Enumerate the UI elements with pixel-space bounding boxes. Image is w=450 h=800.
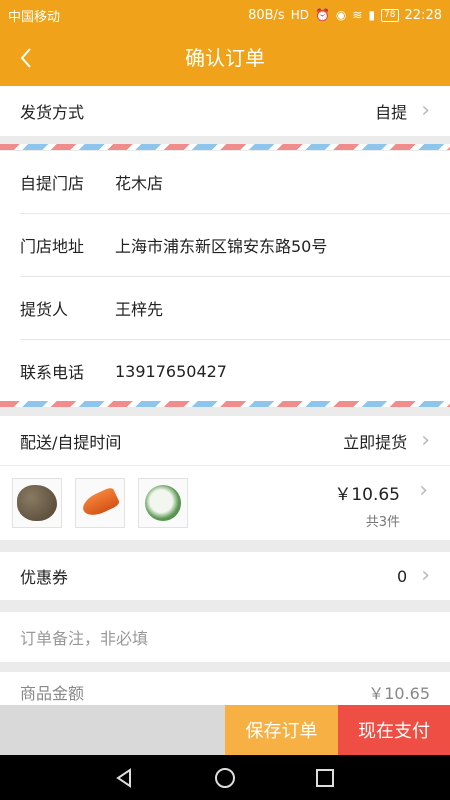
product-thumbnail-gourd [138,478,188,528]
nav-back-button[interactable] [95,755,155,800]
nav-back-icon [116,767,131,788]
store-address-row: 门店地址 上海市浦东新区锦安东路50号 [0,214,450,276]
alarm-icon: ⏰ [314,8,330,22]
store-address-value: 上海市浦东新区锦安东路50号 [115,237,328,256]
goods-amount-value: ￥10.65 [368,684,430,703]
phone-label: 联系电话 [20,363,85,382]
chevron-right-icon: › [421,563,430,588]
delivery-time-value: 立即提货 [343,432,408,452]
store-name-label: 自提门店 [20,174,85,193]
carrot-image [79,486,121,520]
delivery-method-value: 自提 [375,103,408,122]
chevron-right-icon: › [421,98,430,123]
pickup-person-row: 提货人 王梓先 [0,277,450,339]
nav-recent-button[interactable] [295,755,355,800]
airmail-border-bottom [0,401,450,407]
carrier-name: 中国移动 [8,9,61,25]
goods-count: 共3件 [365,515,400,530]
potato-image [17,485,57,521]
order-note-input[interactable]: 订单备注，非必填 [0,612,450,662]
coupon-label: 优惠券 [20,568,69,587]
wifi-icon: ≋ [352,8,363,22]
nav-bar: 确认订单 [0,30,450,86]
status-icons: 80B/s HD ⏰ ◉ ≋ ▮ 78 22:28 [248,8,442,23]
nav-home-icon [215,767,235,788]
store-address-label: 门店地址 [20,237,85,256]
chevron-right-icon: › [419,478,428,503]
delivery-time-row[interactable]: 配送/自提时间 立即提货 › [0,416,450,465]
status-bar: 中国移动 80B/s HD ⏰ ◉ ≋ ▮ 78 22:28 [0,0,450,30]
pay-now-button[interactable]: 现在支付 [338,705,450,755]
system-nav-bar [0,755,450,800]
delivery-time-label: 配送/自提时间 [20,432,122,452]
nav-recent-icon [316,768,334,787]
bottom-action-bar: 保存订单 现在支付 [0,705,450,755]
nav-home-button[interactable] [195,755,255,800]
signal-icon: ▮ [368,8,376,22]
eye-icon: ◉ [335,8,347,22]
delivery-method-label: 发货方式 [20,103,85,122]
store-info-card: 自提门店 花木店 门店地址 上海市浦东新区锦安东路50号 提货人 王梓先 联系电… [0,151,450,401]
goods-amount-label: 商品金额 [20,684,85,703]
network-speed: 80B/s [248,7,285,23]
clock: 22:28 [404,7,442,23]
phone-row: 联系电话 13917650427 [0,340,450,402]
pickup-person-label: 提货人 [20,300,69,319]
pickup-person-value: 王梓先 [115,300,164,319]
product-thumbnail-potato [12,478,62,528]
hd-icon: HD [290,8,309,22]
chevron-right-icon: › [421,427,430,453]
coupon-value: 0 [397,566,408,586]
save-order-button[interactable]: 保存订单 [225,705,338,755]
product-thumbnail-carrot [75,478,125,528]
airmail-border-top [0,144,450,150]
phone-value: 13917650427 [115,361,227,381]
store-name-value: 花木店 [115,174,164,193]
delivery-method-row[interactable]: 发货方式 自提 › [0,86,450,136]
gourd-image [145,485,181,521]
coupon-row[interactable]: 优惠券 0 › [0,552,450,600]
page-title: 确认订单 [185,46,265,70]
goods-total-price: ￥10.65 [334,485,400,505]
store-name-row: 自提门店 花木店 [0,151,450,213]
battery-icon: 78 [381,8,399,22]
goods-summary-row[interactable]: ￥10.65 共3件 › [0,466,450,540]
